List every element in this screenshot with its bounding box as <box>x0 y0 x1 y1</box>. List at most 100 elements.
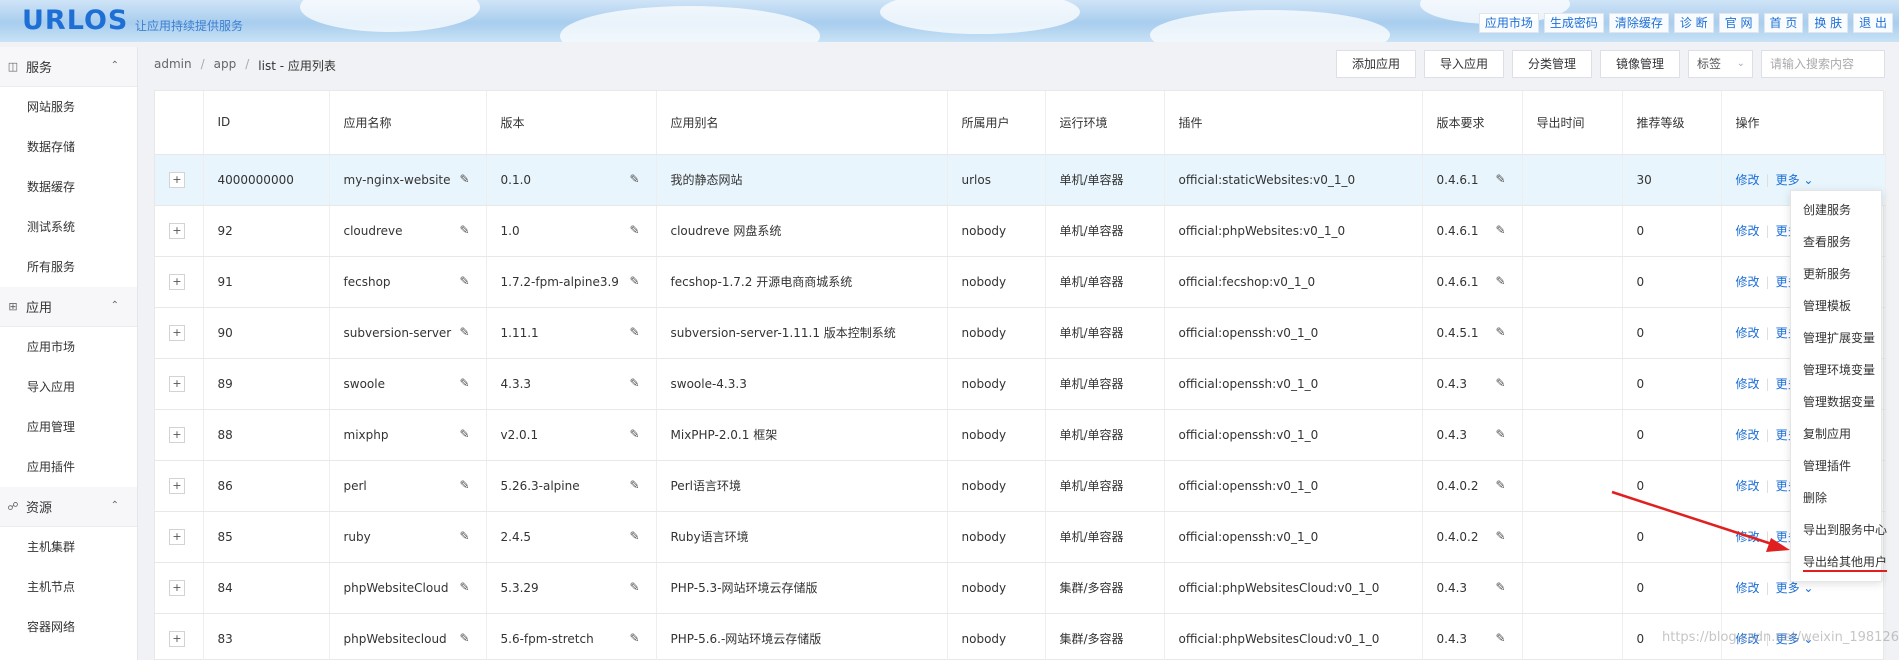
sidebar-item-data-cache[interactable]: 数据缓存 <box>0 167 137 207</box>
category-management-button[interactable]: 分类管理 <box>1511 50 1592 78</box>
sidebar-item-import-app[interactable]: 导入应用 <box>0 367 137 407</box>
edit-pencil-icon[interactable]: ✎ <box>1495 427 1505 441</box>
menu-item[interactable]: 管理模板 <box>1791 290 1881 322</box>
edit-pencil-icon[interactable]: ✎ <box>459 172 469 186</box>
edit-pencil-icon[interactable]: ✎ <box>1495 325 1505 339</box>
menu-item[interactable]: 查看服务 <box>1791 226 1881 258</box>
expand-row-button[interactable]: + <box>169 426 185 443</box>
more-link[interactable]: 更多 ⌄ <box>1776 581 1814 595</box>
sidebar-item-app-market[interactable]: 应用市场 <box>0 327 137 367</box>
cell-export-time <box>1522 358 1623 410</box>
sidebar-item-host-cluster[interactable]: 主机集群 <box>0 527 137 567</box>
menu-item[interactable]: 管理环境变量 <box>1791 354 1881 386</box>
expand-row-button[interactable]: + <box>169 375 185 392</box>
import-app-button[interactable]: 导入应用 <box>1423 50 1504 78</box>
cell-env: 集群/多容器 <box>1045 562 1165 614</box>
edit-pencil-icon[interactable]: ✎ <box>459 274 469 288</box>
sidebar-group-apps[interactable]: ⊞ 应用 ⌃ <box>0 287 137 327</box>
nav-switch-skin[interactable]: 换 肤 <box>1808 13 1849 33</box>
cell-version-req: 0.4.0.2 ✎ <box>1422 460 1523 512</box>
nav-diagnose[interactable]: 诊 断 <box>1673 13 1714 33</box>
nav-home[interactable]: 首 页 <box>1763 13 1804 33</box>
edit-pencil-icon[interactable]: ✎ <box>629 376 639 390</box>
sidebar-item-app-management[interactable]: 应用管理 <box>0 407 137 447</box>
sidebar-item-data-storage[interactable]: 数据存储 <box>0 127 137 167</box>
nav-logout[interactable]: 退 出 <box>1853 13 1893 33</box>
edit-pencil-icon[interactable]: ✎ <box>1495 631 1505 645</box>
edit-pencil-icon[interactable]: ✎ <box>629 325 639 339</box>
edit-pencil-icon[interactable]: ✎ <box>459 376 469 390</box>
edit-pencil-icon[interactable]: ✎ <box>459 478 469 492</box>
menu-item[interactable]: 创建服务 <box>1791 194 1881 226</box>
cell-env: 集群/多容器 <box>1045 613 1165 660</box>
edit-pencil-icon[interactable]: ✎ <box>1495 529 1505 543</box>
edit-pencil-icon[interactable]: ✎ <box>459 529 469 543</box>
edit-pencil-icon[interactable]: ✎ <box>1495 172 1505 186</box>
edit-pencil-icon[interactable]: ✎ <box>459 427 469 441</box>
edit-pencil-icon[interactable]: ✎ <box>1495 478 1505 492</box>
edit-pencil-icon[interactable]: ✎ <box>629 274 639 288</box>
edit-link[interactable]: 修改 <box>1736 275 1760 289</box>
menu-item[interactable]: 导出给其他用户 <box>1791 546 1887 578</box>
edit-pencil-icon[interactable]: ✎ <box>459 580 469 594</box>
sidebar-item-test-system[interactable]: 测试系统 <box>0 207 137 247</box>
sidebar-group-services[interactable]: ◫ 服务 ⌃ <box>0 47 137 87</box>
expand-row-button[interactable]: + <box>169 528 185 545</box>
edit-link[interactable]: 修改 <box>1736 224 1760 238</box>
more-link[interactable]: 更多 ⌄ <box>1776 173 1814 187</box>
sidebar-item-container-network[interactable]: 容器网络 <box>0 607 137 647</box>
edit-pencil-icon[interactable]: ✎ <box>629 478 639 492</box>
edit-pencil-icon[interactable]: ✎ <box>629 223 639 237</box>
edit-link[interactable]: 修改 <box>1736 377 1760 391</box>
edit-link[interactable]: 修改 <box>1736 530 1760 544</box>
edit-pencil-icon[interactable]: ✎ <box>629 172 639 186</box>
edit-link[interactable]: 修改 <box>1736 326 1760 340</box>
expand-row-button[interactable]: + <box>169 630 185 647</box>
expand-row-button[interactable]: + <box>169 477 185 494</box>
sidebar-item-host-node[interactable]: 主机节点 <box>0 567 137 607</box>
edit-pencil-icon[interactable]: ✎ <box>629 631 639 645</box>
edit-link[interactable]: 修改 <box>1736 479 1760 493</box>
edit-pencil-icon[interactable]: ✎ <box>629 427 639 441</box>
menu-item[interactable]: 复制应用 <box>1791 418 1881 450</box>
add-app-button[interactable]: 添加应用 <box>1335 50 1416 78</box>
expand-row-button[interactable]: + <box>169 324 185 341</box>
menu-item[interactable]: 更新服务 <box>1791 258 1881 290</box>
search-input[interactable] <box>1761 50 1885 78</box>
nav-official-site[interactable]: 官 网 <box>1718 13 1759 33</box>
edit-pencil-icon[interactable]: ✎ <box>459 223 469 237</box>
edit-pencil-icon[interactable]: ✎ <box>459 631 469 645</box>
menu-item[interactable]: 管理数据变量 <box>1791 386 1881 418</box>
edit-link[interactable]: 修改 <box>1736 173 1760 187</box>
nav-app-market[interactable]: 应用市场 <box>1478 13 1539 33</box>
edit-link[interactable]: 修改 <box>1736 581 1760 595</box>
expand-row-button[interactable]: + <box>169 579 185 596</box>
sidebar-item-website-service[interactable]: 网站服务 <box>0 87 137 127</box>
edit-pencil-icon[interactable]: ✎ <box>629 580 639 594</box>
breadcrumb: admin / app / list - 应用列表 <box>154 57 336 74</box>
nav-generate-password[interactable]: 生成密码 <box>1543 13 1604 33</box>
edit-pencil-icon[interactable]: ✎ <box>1495 274 1505 288</box>
edit-pencil-icon[interactable]: ✎ <box>1495 580 1505 594</box>
breadcrumb-app[interactable]: app <box>214 57 237 74</box>
sidebar-item-all-services[interactable]: 所有服务 <box>0 247 137 287</box>
nav-clear-cache[interactable]: 清除缓存 <box>1608 13 1669 33</box>
edit-pencil-icon[interactable]: ✎ <box>459 325 469 339</box>
menu-item[interactable]: 管理扩展变量 <box>1791 322 1881 354</box>
cell-version-req: 0.4.3 ✎ <box>1422 409 1523 461</box>
tag-select[interactable]: 标签 ⌄ <box>1688 50 1753 78</box>
expand-row-button[interactable]: + <box>169 273 185 290</box>
expand-row-button[interactable]: + <box>169 222 185 239</box>
menu-item[interactable]: 删除 <box>1791 482 1881 514</box>
menu-item[interactable]: 导出到服务中心 <box>1791 514 1887 546</box>
menu-item[interactable]: 管理插件 <box>1791 450 1881 482</box>
image-management-button[interactable]: 镜像管理 <box>1599 50 1680 78</box>
sidebar-item-app-plugins[interactable]: 应用插件 <box>0 447 137 487</box>
expand-row-button[interactable]: + <box>169 171 185 188</box>
edit-pencil-icon[interactable]: ✎ <box>1495 376 1505 390</box>
edit-pencil-icon[interactable]: ✎ <box>1495 223 1505 237</box>
breadcrumb-admin[interactable]: admin <box>154 57 192 74</box>
edit-link[interactable]: 修改 <box>1736 428 1760 442</box>
edit-pencil-icon[interactable]: ✎ <box>629 529 639 543</box>
sidebar-group-resources[interactable]: ☍ 资源 ⌃ <box>0 487 137 527</box>
